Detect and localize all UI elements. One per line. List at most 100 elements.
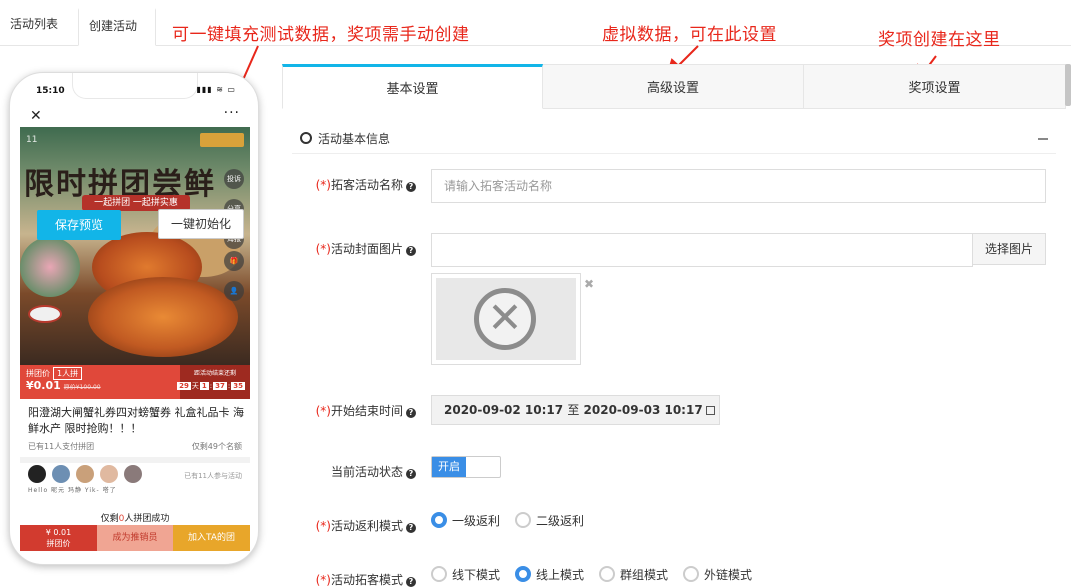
close-icon[interactable]: ✕ xyxy=(30,108,42,124)
collapse-icon[interactable] xyxy=(1038,138,1048,140)
divider xyxy=(20,457,250,463)
radio-label: 一级返利 xyxy=(452,514,501,528)
paid-count: 已有11人支付拼团 xyxy=(28,442,95,451)
radio-unchecked-icon xyxy=(431,566,447,582)
section-header: 活动基本信息 xyxy=(292,122,1056,154)
date-separator: 至 xyxy=(567,403,580,417)
participant-avatars: Hello 昵元 玛静 Yik- 嗒了 已有11人参与活动 xyxy=(28,465,242,495)
participants-count: 已有11人参与活动 xyxy=(184,472,242,480)
status-signal-icon: ▮▮▮ ≋ ▭ xyxy=(196,85,236,94)
settings-tabs: 基本设置 高级设置 奖项设置 xyxy=(282,64,1066,109)
save-preview-button[interactable]: 保存预览 xyxy=(37,210,121,240)
one-click-init-button[interactable]: 一键初始化 xyxy=(158,209,244,239)
field-label-mode: (*)活动拓客模式? xyxy=(282,571,416,587)
label-text: 活动拓客模式 xyxy=(330,573,403,587)
avatar-names: Hello 昵元 玛静 Yik- 嗒了 xyxy=(28,487,117,494)
remove-image-icon[interactable]: ✖ xyxy=(584,277,594,291)
radio-external-link-mode[interactable]: 外链模式 xyxy=(683,566,752,583)
radio-unchecked-icon xyxy=(683,566,699,582)
group-price-button[interactable]: ¥ 0.01 拼团价 xyxy=(20,525,97,551)
countdown-days: 29 xyxy=(177,382,191,390)
settings-panel: 基本设置 高级设置 奖项设置 活动基本信息 (*)拓客活动名称? 请输入拓客活动… xyxy=(282,64,1066,587)
activity-name-input[interactable]: 请输入拓客活动名称 xyxy=(431,169,1046,203)
radio-online-mode[interactable]: 线上模式 xyxy=(515,566,584,583)
required-mark: (*) xyxy=(315,178,331,192)
status-toggle[interactable]: 开启 xyxy=(431,456,501,478)
countdown-days-unit: 天 xyxy=(191,382,199,390)
thumbnail-placeholder: ✕ xyxy=(436,278,576,360)
help-icon[interactable]: ? xyxy=(406,523,416,533)
tab-prize-settings[interactable]: 奖项设置 xyxy=(804,64,1066,109)
annotation-one-click-fill: 可一键填充测试数据，奖项需手动创建 xyxy=(172,25,470,45)
tab-advanced-settings[interactable]: 高级设置 xyxy=(543,64,804,109)
group-price-amount: ¥ 0.01 xyxy=(45,528,72,537)
price-label: 拼团价 xyxy=(26,369,50,378)
banner-image: 11 限时拼团尝鲜 一起拼团 一起拼实惠 投诉 分享 海报 🎁 👤 xyxy=(20,127,250,365)
field-label-rebate: (*)活动返利模式? xyxy=(282,517,416,534)
start-time: 2020-09-02 10:17 xyxy=(444,403,564,417)
field-label-name: (*)拓客活动名称? xyxy=(282,176,416,193)
help-icon[interactable]: ? xyxy=(406,577,416,587)
countdown-timer: 29 天 1:37:35 xyxy=(177,382,245,390)
choose-image-button[interactable]: 选择图片 xyxy=(972,233,1046,265)
required-mark: (*) xyxy=(315,519,331,533)
circle-icon xyxy=(300,132,312,144)
original-price: 原价¥100.00 xyxy=(63,384,101,391)
avatar xyxy=(52,465,70,483)
group-price-text: 拼团价 xyxy=(46,539,71,548)
more-icon[interactable]: ··· xyxy=(224,105,240,121)
become-promoter-button[interactable]: 成为推销员 xyxy=(97,525,173,551)
phone-notch xyxy=(72,73,198,99)
app-root: 活动列表 创建活动 可一键填充测试数据，奖项需手动创建 虚拟数据，可在此设置 奖… xyxy=(0,0,1071,587)
radio-offline-mode[interactable]: 线下模式 xyxy=(431,566,500,583)
label-text: 当前活动状态 xyxy=(330,465,403,479)
join-group-button[interactable]: 加入TA的团 xyxy=(173,525,250,551)
radio-unchecked-icon xyxy=(599,566,615,582)
radio-checked-icon xyxy=(431,512,447,528)
countdown-label: 距活动结束还剩 xyxy=(193,370,236,377)
radio-label: 线下模式 xyxy=(452,568,501,582)
annotation-prize-creation: 奖项创建在这里 xyxy=(878,30,1001,50)
radio-level-one-rebate[interactable]: 一级返利 xyxy=(431,512,500,529)
scrollbar[interactable] xyxy=(1065,64,1071,106)
tab-create-activity[interactable]: 创建活动 xyxy=(78,8,156,46)
radio-label: 二级返利 xyxy=(536,514,585,528)
radio-label: 群组模式 xyxy=(620,568,669,582)
avatar xyxy=(100,465,118,483)
label-text: 拓客活动名称 xyxy=(330,178,403,192)
no-image-icon: ✕ xyxy=(474,288,536,350)
price-amount: ¥0.01 xyxy=(26,379,61,392)
report-button[interactable]: 投诉 xyxy=(224,169,244,189)
price-bar: 拼团价 1人拼 ¥0.01 原价¥100.00 距活动结束还剩 29 天 1:37:35 xyxy=(20,365,250,399)
field-label-cover: (*)活动封面图片? xyxy=(282,240,416,257)
user-icon[interactable]: 👤 xyxy=(224,281,244,301)
required-mark: (*) xyxy=(315,404,331,418)
status-time: 15:10 xyxy=(36,86,65,96)
calendar-icon xyxy=(705,406,715,415)
radio-level-two-rebate[interactable]: 二级返利 xyxy=(515,512,584,529)
cover-image-path-input[interactable] xyxy=(431,233,973,267)
crab-image xyxy=(88,277,238,357)
countdown-seconds: 35 xyxy=(231,382,245,390)
date-range-picker[interactable]: 2020-09-02 10:17 至 2020-09-03 10:17 xyxy=(431,395,720,425)
field-label-status: 当前活动状态? xyxy=(282,463,416,480)
countdown-minutes: 37 xyxy=(213,382,227,390)
remaining-prefix: 仅剩 xyxy=(100,514,119,524)
required-mark: (*) xyxy=(315,242,331,256)
avatar xyxy=(28,465,46,483)
help-icon[interactable]: ? xyxy=(406,182,416,192)
toggle-on-label: 开启 xyxy=(432,457,466,477)
phone-preview: 15:10 ▮▮▮ ≋ ▭ ✕ ··· 11 限时拼团尝鲜 一起拼团 一起拼实惠… xyxy=(9,72,259,565)
label-text: 开始结束时间 xyxy=(330,404,403,418)
help-icon[interactable]: ? xyxy=(406,246,416,256)
gift-icon[interactable]: 🎁 xyxy=(224,251,244,271)
tab-activity-list[interactable]: 活动列表 xyxy=(0,8,78,46)
cover-image-thumbnail: ✕ xyxy=(431,273,581,365)
help-icon[interactable]: ? xyxy=(406,408,416,418)
help-icon[interactable]: ? xyxy=(406,469,416,479)
bottom-action-bar: ¥ 0.01 拼团价 成为推销员 加入TA的团 xyxy=(20,525,250,551)
tab-basic-settings[interactable]: 基本设置 xyxy=(282,64,543,109)
radio-group-mode[interactable]: 群组模式 xyxy=(599,566,668,583)
avatar xyxy=(124,465,142,483)
banner-top-count: 11 xyxy=(26,135,38,145)
